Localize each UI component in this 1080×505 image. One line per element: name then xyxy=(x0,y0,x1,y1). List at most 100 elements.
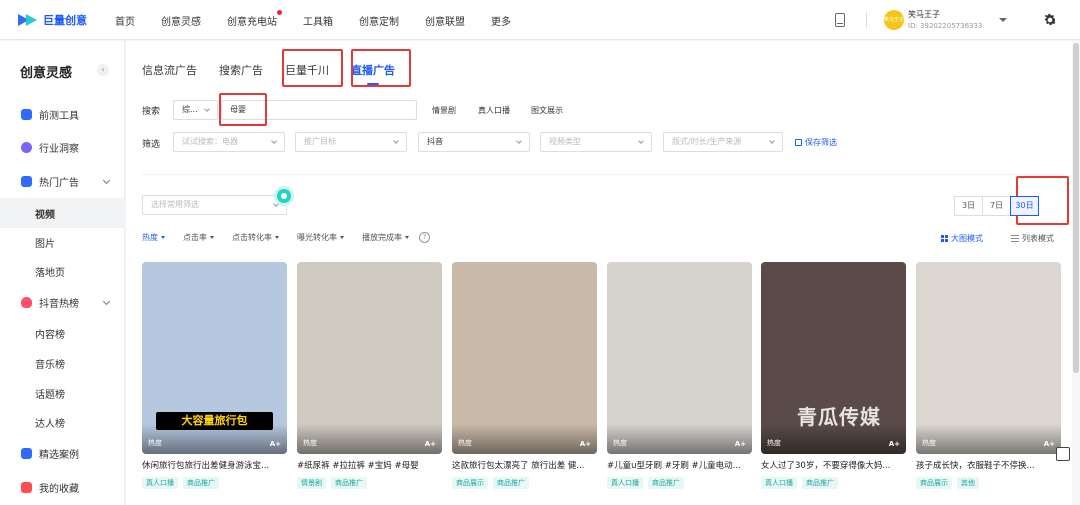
new-dot-badge xyxy=(277,9,282,15)
tag[interactable]: 商品推广 xyxy=(802,477,838,489)
mobile-icon[interactable] xyxy=(835,13,845,27)
goal-select[interactable]: 推广目标 xyxy=(295,132,407,152)
tag[interactable]: 真人口播 xyxy=(607,477,643,489)
sidebar-item-content-rank[interactable]: 内容榜 xyxy=(0,318,125,348)
tag[interactable]: 商品展示 xyxy=(452,477,488,489)
caret-down-icon[interactable] xyxy=(999,18,1007,22)
video-card[interactable]: 热度 A+ 女人过了30岁，不要穿得像大妈... 真人口播 商品推广 xyxy=(761,262,906,489)
video-thumbnail[interactable]: 热度 A+ xyxy=(916,262,1061,454)
chip-drama[interactable]: 情景剧 xyxy=(432,105,456,116)
video-title[interactable]: 这款旅行包太漂亮了 旅行出差 健... xyxy=(452,459,597,471)
help-icon[interactable]: ? xyxy=(419,232,430,243)
logo-icon xyxy=(18,13,40,27)
divider xyxy=(866,12,867,28)
sidebar-item-hot-ads[interactable]: 热门广告 xyxy=(0,166,125,196)
sidebar-item-cases[interactable]: 精选案例 xyxy=(0,438,125,468)
gear-icon[interactable] xyxy=(1042,12,1058,28)
tag[interactable]: 商品推广 xyxy=(493,477,529,489)
video-thumbnail[interactable]: 热度 A+ xyxy=(452,262,597,454)
platform-select[interactable]: 抖音 xyxy=(418,132,530,152)
sort-heat[interactable]: 热度 xyxy=(142,232,165,243)
video-card[interactable]: 大容量旅行包 热度 A+ 休闲旅行包旅行出差健身游泳宝... 真人口播 商品推广 xyxy=(142,262,287,489)
sort-ctr[interactable]: 点击率 xyxy=(183,232,214,243)
topnav-custom[interactable]: 创意定制 xyxy=(359,13,399,28)
video-card[interactable]: 热度 A+ 孩子成长快，衣服鞋子不停换... 商品展示 其他 xyxy=(916,262,1061,489)
sort-click-cvr[interactable]: 点击转化率 xyxy=(232,232,279,243)
sidebar-item-label: 前测工具 xyxy=(39,110,79,122)
grade-badge: A+ xyxy=(269,440,281,448)
video-title[interactable]: 孩子成长快，衣服鞋子不停换... xyxy=(916,459,1061,471)
preset-filter-select[interactable]: 选择常用筛选 xyxy=(142,195,287,215)
day-30-button[interactable]: 30日 xyxy=(1010,196,1039,216)
industry-select[interactable]: 试试搜索：电器 xyxy=(173,132,285,152)
tag[interactable]: 其他 xyxy=(957,477,979,489)
save-filter-button[interactable]: 保存筛选 xyxy=(795,137,837,148)
video-title[interactable]: 女人过了30岁，不要穿得像大妈... xyxy=(761,459,906,471)
tag[interactable]: 真人口播 xyxy=(142,477,178,489)
tag[interactable]: 商品推广 xyxy=(183,477,219,489)
video-title[interactable]: #儿童u型牙刷 #牙刷 #儿童电动... xyxy=(607,459,752,471)
video-card[interactable]: 热度 A+ #儿童u型牙刷 #牙刷 #儿童电动... 真人口播 商品推广 xyxy=(607,262,752,489)
format-select[interactable]: 版式/时长/生产来源 xyxy=(663,132,783,152)
sidebar-item-topic-rank[interactable]: 话题榜 xyxy=(0,378,125,408)
tag[interactable]: 真人口播 xyxy=(761,477,797,489)
video-type-select[interactable]: 视频类型 xyxy=(540,132,652,152)
day-7-button[interactable]: 7日 xyxy=(982,196,1011,216)
guide-dot-icon[interactable] xyxy=(277,189,291,203)
scrollbar-thumb[interactable] xyxy=(1073,43,1079,373)
tag[interactable]: 商品推广 xyxy=(648,477,684,489)
sidebar-item-music-rank[interactable]: 音乐榜 xyxy=(0,348,125,378)
thumbnail-shade xyxy=(142,424,287,454)
video-thumbnail[interactable]: 大容量旅行包 热度 A+ xyxy=(142,262,287,454)
search-type-select[interactable]: 综... xyxy=(173,100,218,120)
topnav-inspiration[interactable]: 创意灵感 xyxy=(161,13,201,28)
brand-logo[interactable]: 巨量创意 xyxy=(18,11,88,29)
avatar[interactable]: 笑马王子 xyxy=(884,10,904,30)
collapse-icon[interactable]: ‹ xyxy=(97,64,109,76)
topnav-alliance[interactable]: 创意联盟 xyxy=(425,13,465,28)
sidebar-item-image[interactable]: 图片 xyxy=(0,227,125,257)
day-3-button[interactable]: 3日 xyxy=(954,196,983,216)
topnav-home[interactable]: 首页 xyxy=(115,13,135,28)
sidebar-item-douyin-hot[interactable]: 抖音热榜 xyxy=(0,287,125,317)
sidebar-item-video[interactable]: 视频 xyxy=(0,198,125,228)
sidebar-item-landing-page[interactable]: 落地页 xyxy=(0,256,125,286)
video-tags: 商品展示 商品推广 xyxy=(452,477,597,489)
tab-feed-ads[interactable]: 信息流广告 xyxy=(142,62,197,78)
sidebar-item-creator-rank[interactable]: 达人榜 xyxy=(0,407,125,437)
sidebar-item-favorites[interactable]: 我的收藏 xyxy=(0,472,125,502)
tag[interactable]: 商品展示 xyxy=(916,477,952,489)
video-thumbnail[interactable]: 热度 A+ xyxy=(297,262,442,454)
feedback-icon[interactable] xyxy=(1056,447,1070,461)
sidebar-item-pretest[interactable]: 前测工具 xyxy=(0,99,125,129)
ad-icon xyxy=(21,175,32,187)
tab-search-ads[interactable]: 搜索广告 xyxy=(219,62,263,78)
topnav-charging-station[interactable]: 创意充电站 xyxy=(227,9,282,28)
sort-label: 播放完成率 xyxy=(362,233,402,242)
video-card[interactable]: 热度 A+ #纸尿裤 #拉拉裤 #宝妈 #母婴 情景剧 商品推广 xyxy=(297,262,442,489)
list-mode-button[interactable]: 列表模式 xyxy=(1011,233,1054,244)
video-card[interactable]: 热度 A+ 这款旅行包太漂亮了 旅行出差 健... 商品展示 商品推广 xyxy=(452,262,597,489)
sort-completion-rate[interactable]: 播放完成率 xyxy=(362,232,409,243)
flame-icon xyxy=(21,296,32,308)
tag[interactable]: 情景剧 xyxy=(297,477,326,489)
video-title[interactable]: 休闲旅行包旅行出差健身游泳宝... xyxy=(142,459,287,471)
chip-talking-head[interactable]: 真人口播 xyxy=(478,105,510,116)
chip-image-text[interactable]: 图文展示 xyxy=(531,105,563,116)
sort-impression-cvr[interactable]: 曝光转化率 xyxy=(297,232,344,243)
main-panel: 信息流广告 搜索广告 巨量千川 直播广告 搜索 综... 母婴 情景剧 真人口播… xyxy=(126,41,1080,505)
logo-text: 巨量创意 xyxy=(43,14,87,27)
sidebar-item-insight[interactable]: 行业洞察 xyxy=(0,132,125,162)
scrollbar[interactable] xyxy=(1072,41,1080,505)
video-title[interactable]: #纸尿裤 #拉拉裤 #宝妈 #母婴 xyxy=(297,459,442,471)
grid-icon xyxy=(941,235,948,242)
sidebar: 创意灵感 ‹ 前测工具 行业洞察 热门广告 视频 图片 落地页 抖音热榜 内容榜… xyxy=(0,41,125,505)
thumbnail-shade xyxy=(916,424,1061,454)
day-range-group: 3日 7日 30日 xyxy=(954,196,1039,216)
divider xyxy=(142,174,1064,175)
video-thumbnail[interactable]: 热度 A+ xyxy=(607,262,752,454)
tag[interactable]: 商品推广 xyxy=(331,477,367,489)
topnav-more[interactable]: 更多 xyxy=(491,13,511,28)
grid-mode-button[interactable]: 大图模式 xyxy=(941,233,983,244)
topnav-toolbox[interactable]: 工具箱 xyxy=(303,13,333,28)
